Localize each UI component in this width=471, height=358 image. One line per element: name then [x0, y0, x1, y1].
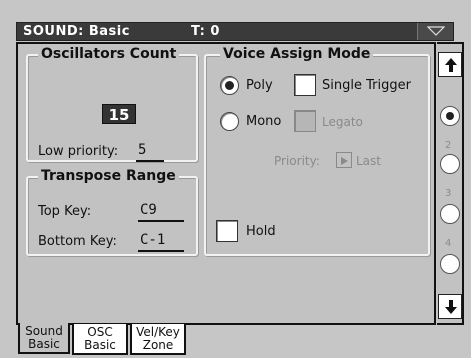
oscillators-count-value: 15	[102, 104, 136, 124]
slot-number-2: 2	[445, 140, 452, 151]
element-slot-2-radio[interactable]	[440, 154, 460, 174]
tab-vel-key-zone-line2: Zone	[142, 338, 174, 352]
scroll-up-button[interactable]	[438, 52, 462, 77]
mono-label: Mono	[246, 114, 282, 129]
oscillators-count-title: Oscillators Count	[38, 46, 180, 62]
voice-assign-mode-title: Voice Assign Mode	[220, 46, 374, 62]
legato-label: Legato	[322, 115, 363, 129]
top-key-underline	[138, 220, 184, 222]
arrow-down-icon	[445, 300, 457, 314]
low-priority-label: Low priority:	[38, 144, 119, 159]
poly-radio[interactable]	[220, 76, 239, 95]
tab-vel-key-zone[interactable]: Vel/Key Zone	[130, 324, 186, 355]
play-triangle-icon	[341, 157, 348, 165]
tab-osc-basic[interactable]: OSC Basic	[72, 324, 128, 355]
mono-radio[interactable]	[220, 112, 239, 131]
slot-number-4: 4	[445, 238, 452, 249]
triangle-down-icon	[427, 26, 445, 36]
single-trigger-checkbox[interactable]	[294, 74, 316, 96]
single-trigger-label: Single Trigger	[322, 78, 411, 93]
tab-sound-basic[interactable]: Sound Basic	[18, 323, 70, 354]
track-indicator: T: 0	[191, 24, 220, 39]
tab-osc-basic-line2: Basic	[84, 338, 116, 352]
transpose-range-title: Transpose Range	[38, 168, 179, 184]
title-bar: SOUND: Basic T: 0	[16, 22, 454, 41]
poly-label: Poly	[246, 78, 273, 93]
page-menu-button[interactable]	[417, 23, 453, 40]
voice-assign-mode-group: Voice Assign Mode Poly Single Trigger Mo…	[204, 46, 430, 256]
bottom-key-value[interactable]: C-1	[140, 232, 165, 248]
priority-value: Last	[356, 154, 381, 168]
bottom-key-label: Bottom Key:	[38, 234, 117, 249]
priority-label: Priority:	[274, 154, 320, 168]
slot-number-3: 3	[445, 188, 452, 199]
radio-selected-dot	[225, 81, 234, 90]
transpose-range-group: Transpose Range Top Key: C9 Bottom Key: …	[26, 168, 198, 256]
oscillators-count-group: Oscillators Count 15 Low priority: 5	[26, 46, 198, 162]
page-title: SOUND: Basic	[23, 24, 130, 39]
element-scroll-panel: 1 2 3 4	[437, 42, 464, 325]
scroll-down-button[interactable]	[438, 294, 462, 319]
low-priority-underline	[136, 160, 164, 162]
top-key-value[interactable]: C9	[140, 202, 157, 218]
hold-checkbox[interactable]	[216, 220, 238, 242]
legato-checkbox[interactable]	[294, 110, 316, 132]
sound-basic-screen: SOUND: Basic T: 0 Oscillators Count 15 L…	[0, 0, 471, 358]
main-panel: Oscillators Count 15 Low priority: 5 Tra…	[16, 42, 436, 325]
priority-selector-button[interactable]	[336, 152, 352, 168]
element-slot-1-radio[interactable]	[440, 106, 460, 126]
bottom-key-underline	[138, 250, 184, 252]
top-key-label: Top Key:	[38, 204, 92, 219]
slot-selected-dot	[446, 112, 454, 120]
low-priority-value[interactable]: 5	[138, 142, 146, 158]
arrow-up-icon	[445, 58, 457, 72]
element-slot-3-radio[interactable]	[440, 204, 460, 224]
hold-label: Hold	[246, 224, 276, 239]
element-slot-4-radio[interactable]	[440, 254, 460, 274]
tab-sound-basic-line2: Basic	[28, 337, 60, 351]
